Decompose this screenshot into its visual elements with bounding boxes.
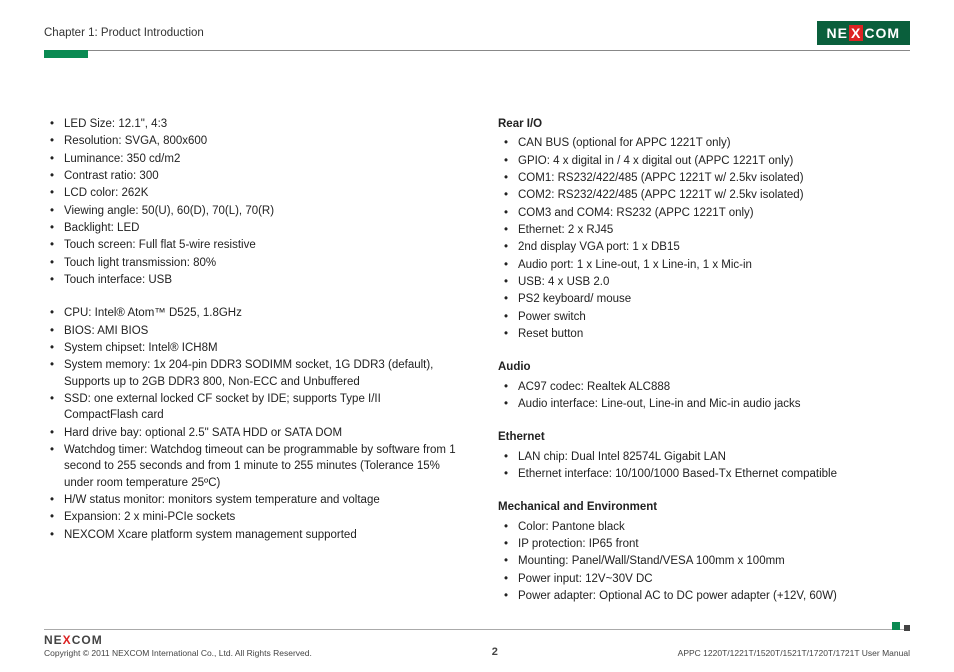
spec-item: GPIO: 4 x digital in / 4 x digital out (… bbox=[518, 153, 910, 169]
spec-item: Expansion: 2 x mini-PCIe sockets bbox=[64, 509, 456, 525]
rear-io-heading: Rear I/O bbox=[498, 116, 910, 132]
spec-item: CAN BUS (optional for APPC 1221T only) bbox=[518, 135, 910, 151]
spec-item: SSD: one external locked CF socket by ID… bbox=[64, 391, 456, 424]
brand-logo-top: NEXCOM bbox=[817, 21, 910, 45]
spec-item: Backlight: LED bbox=[64, 220, 456, 236]
header-rule bbox=[44, 50, 910, 51]
spec-item: System memory: 1x 204-pin DDR3 SODIMM so… bbox=[64, 357, 456, 390]
spec-item: System chipset: Intel® ICH8M bbox=[64, 340, 456, 356]
spec-item: Mounting: Panel/Wall/Stand/VESA 100mm x … bbox=[518, 553, 910, 569]
mech-heading: Mechanical and Environment bbox=[498, 499, 910, 515]
spec-item: Ethernet interface: 10/100/1000 Based-Tx… bbox=[518, 466, 910, 482]
spec-item: Resolution: SVGA, 800x600 bbox=[64, 133, 456, 149]
right-column: Rear I/O CAN BUS (optional for APPC 1221… bbox=[498, 116, 910, 605]
spec-list-rear-io: CAN BUS (optional for APPC 1221T only) GP… bbox=[498, 135, 910, 342]
spec-item: Ethernet: 2 x RJ45 bbox=[518, 222, 910, 238]
spec-item: H/W status monitor: monitors system temp… bbox=[64, 492, 456, 508]
spec-item: Reset button bbox=[518, 326, 910, 342]
brand-logo-footer: NEXCOM bbox=[44, 633, 312, 647]
spec-item: PS2 keyboard/ mouse bbox=[518, 291, 910, 307]
spec-item: 2nd display VGA port: 1 x DB15 bbox=[518, 239, 910, 255]
spec-item: COM2: RS232/422/485 (APPC 1221T w/ 2.5kv… bbox=[518, 187, 910, 203]
spec-item: USB: 4 x USB 2.0 bbox=[518, 274, 910, 290]
spec-item: Power switch bbox=[518, 309, 910, 325]
spec-item: IP protection: IP65 front bbox=[518, 536, 910, 552]
spec-item: LAN chip: Dual Intel 82574L Gigabit LAN bbox=[518, 449, 910, 465]
header-accent bbox=[44, 50, 88, 58]
spec-item: Audio port: 1 x Line-out, 1 x Line-in, 1… bbox=[518, 257, 910, 273]
spec-item: NEXCOM Xcare platform system management … bbox=[64, 527, 456, 543]
spec-item: Touch light transmission: 80% bbox=[64, 255, 456, 271]
manual-title: APPC 1220T/1221T/1520T/1521T/1720T/1721T… bbox=[678, 648, 910, 658]
audio-heading: Audio bbox=[498, 359, 910, 375]
spec-item: LED Size: 12.1", 4:3 bbox=[64, 116, 456, 132]
spec-item: COM1: RS232/422/485 (APPC 1221T w/ 2.5kv… bbox=[518, 170, 910, 186]
spec-item: LCD color: 262K bbox=[64, 185, 456, 201]
left-column: LED Size: 12.1", 4:3Resolution: SVGA, 80… bbox=[44, 116, 456, 605]
spec-item: Color: Pantone black bbox=[518, 519, 910, 535]
footer-rule bbox=[44, 629, 910, 630]
content-columns: LED Size: 12.1", 4:3Resolution: SVGA, 80… bbox=[44, 116, 910, 605]
spec-item: Audio interface: Line-out, Line-in and M… bbox=[518, 396, 910, 412]
spec-item: BIOS: AMI BIOS bbox=[64, 323, 456, 339]
spec-list-ethernet: LAN chip: Dual Intel 82574L Gigabit LANE… bbox=[498, 449, 910, 483]
page-footer: NEXCOM Copyright © 2011 NEXCOM Internati… bbox=[44, 629, 910, 658]
copyright-text: Copyright © 2011 NEXCOM International Co… bbox=[44, 648, 312, 658]
spec-item: Power adapter: Optional AC to DC power a… bbox=[518, 588, 910, 604]
spec-item: Luminance: 350 cd/m2 bbox=[64, 151, 456, 167]
spec-item: COM3 and COM4: RS232 (APPC 1221T only) bbox=[518, 205, 910, 221]
spec-item: Hard drive bay: optional 2.5" SATA HDD o… bbox=[64, 425, 456, 441]
spec-item: Touch screen: Full flat 5-wire resistive bbox=[64, 237, 456, 253]
spec-item: Contrast ratio: 300 bbox=[64, 168, 456, 184]
spec-list-display: LED Size: 12.1", 4:3Resolution: SVGA, 80… bbox=[44, 116, 456, 288]
spec-item: Viewing angle: 50(U), 60(D), 70(L), 70(R… bbox=[64, 203, 456, 219]
footer-decoration bbox=[888, 622, 910, 630]
page-number: 2 bbox=[492, 646, 498, 658]
spec-item: AC97 codec: Realtek ALC888 bbox=[518, 379, 910, 395]
spec-item: Touch interface: USB bbox=[64, 272, 456, 288]
spec-item: Power input: 12V~30V DC bbox=[518, 571, 910, 587]
spec-list-system: CPU: Intel® Atom™ D525, 1.8GHz BIOS: AMI … bbox=[44, 305, 456, 543]
spec-item: Watchdog timer: Watchdog timeout can be … bbox=[64, 442, 456, 491]
ethernet-heading: Ethernet bbox=[498, 429, 910, 445]
spec-list-audio: AC97 codec: Realtek ALC888Audio interfac… bbox=[498, 379, 910, 413]
spec-list-mech: Color: Pantone blackIP protection: IP65 … bbox=[498, 519, 910, 605]
spec-item: CPU: Intel® Atom™ D525, 1.8GHz bbox=[64, 305, 456, 321]
chapter-title: Chapter 1: Product Introduction bbox=[44, 27, 204, 39]
